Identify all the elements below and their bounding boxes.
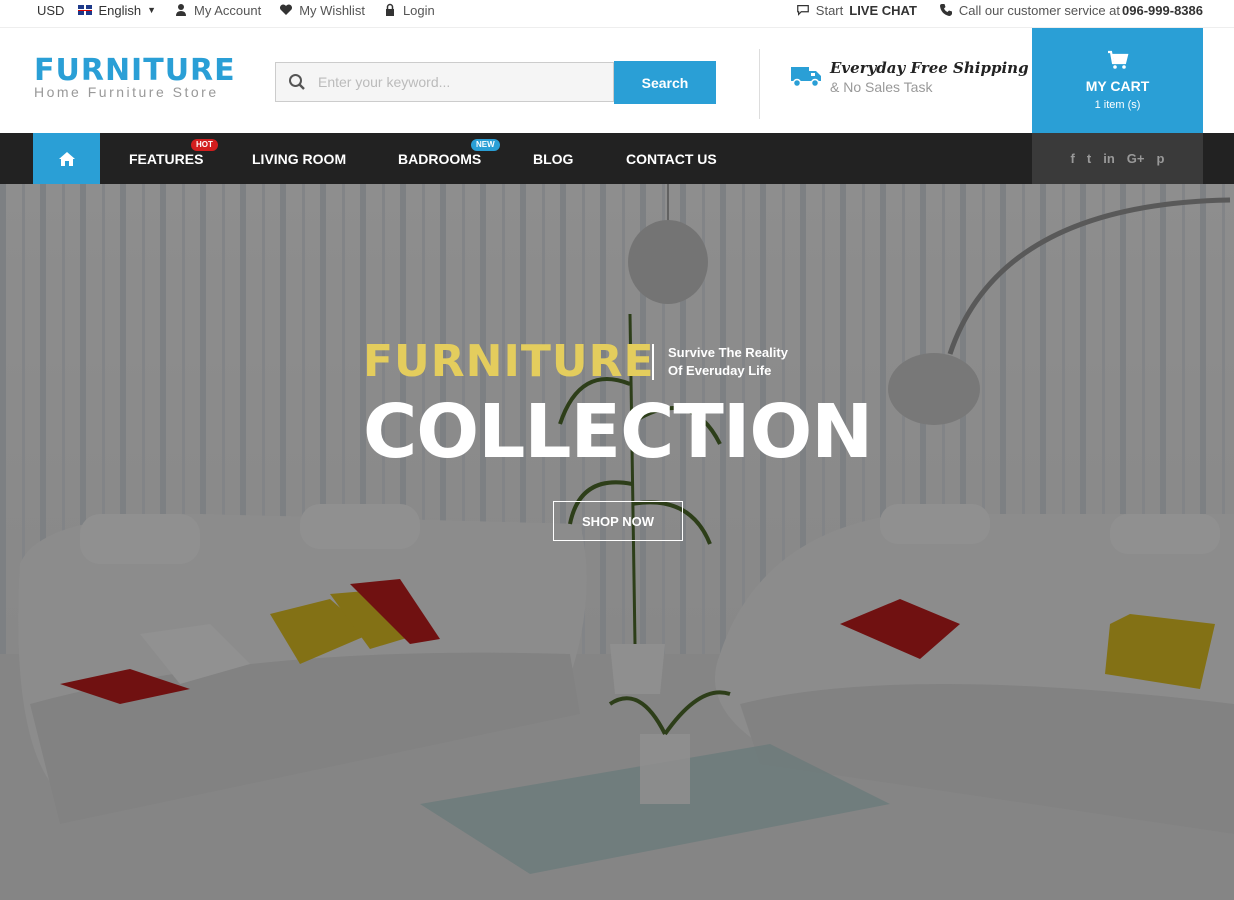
lock-icon xyxy=(385,3,394,16)
phone-number: 096-999-8386 xyxy=(1122,2,1203,18)
live-chat-link[interactable]: Start LIVE CHAT xyxy=(796,3,917,18)
wishlist-link[interactable]: My Wishlist xyxy=(279,3,365,18)
currency-selector[interactable]: USD xyxy=(37,3,64,18)
cart-button[interactable]: MY CART 1 item (s) xyxy=(1032,28,1203,133)
facebook-icon[interactable]: f xyxy=(1071,151,1075,166)
search-bar: Search xyxy=(275,61,716,104)
hero-overlay xyxy=(0,184,1234,900)
logo-name: FURNITURE xyxy=(34,53,236,88)
nav-item-label: BLOG xyxy=(533,151,574,167)
shipping-subtitle: & No Sales Task xyxy=(830,79,933,95)
nav-item-label: FEATURES xyxy=(129,151,204,167)
my-account-link[interactable]: My Account xyxy=(174,3,261,18)
live-chat-label: LIVE CHAT xyxy=(849,2,917,18)
truck-icon xyxy=(791,67,821,88)
hero-tagline-line1: Survive The Reality xyxy=(668,345,788,360)
twitter-icon[interactable]: t xyxy=(1087,151,1091,166)
header-divider xyxy=(759,49,760,119)
currency-label: USD xyxy=(37,2,65,18)
login-label: Login xyxy=(402,2,435,18)
phone-icon xyxy=(939,4,952,16)
search-button[interactable]: Search xyxy=(614,61,716,104)
cart-count: 1 item (s) xyxy=(1094,99,1141,111)
search-input[interactable] xyxy=(318,74,613,90)
customer-service-phone: Call our customer service at 096-999-838… xyxy=(939,3,1203,18)
shipping-info: Everyday Free Shipping & No Sales Task xyxy=(790,58,1029,95)
chat-bubble-icon xyxy=(796,5,809,16)
phone-prefix: Call our customer service at xyxy=(958,2,1121,18)
hero-tagline: Survive The Reality Of Everuday Life xyxy=(668,344,788,380)
nav-item-features[interactable]: FEATURES HOT xyxy=(129,133,218,184)
language-label: English xyxy=(98,2,142,18)
uk-flag-icon xyxy=(78,5,93,15)
nav-item-label: CONTACT US xyxy=(626,151,717,167)
google-plus-icon[interactable]: G+ xyxy=(1127,151,1145,166)
site-logo[interactable]: FURNITURE Home Furniture Store xyxy=(34,53,236,101)
pinterest-icon[interactable]: p xyxy=(1157,151,1165,166)
home-icon xyxy=(58,151,75,166)
social-links: f t in G+ p xyxy=(1032,133,1203,184)
caret-down-icon: ▼ xyxy=(147,5,157,15)
search-field xyxy=(275,62,614,102)
cart-icon xyxy=(1032,50,1203,75)
live-chat-prefix: Start xyxy=(815,2,844,18)
user-icon xyxy=(176,4,187,16)
language-selector[interactable]: English ▼ xyxy=(78,3,156,18)
nav-item-blog[interactable]: BLOG xyxy=(533,133,573,184)
top-bar: USD English ▼ My Account My Wishlist Log… xyxy=(0,0,1234,28)
my-account-label: My Account xyxy=(194,2,262,18)
nav-item-living-room[interactable]: LIVING ROOM xyxy=(252,133,346,184)
logo-tagline: Home Furniture Store xyxy=(34,84,219,100)
linkedin-icon[interactable]: in xyxy=(1103,151,1115,166)
nav-item-contact-us[interactable]: CONTACT US xyxy=(626,133,717,184)
hero-title-big: COLLECTION xyxy=(363,389,873,475)
shipping-title: Everyday Free Shipping xyxy=(830,59,1029,77)
cart-title: MY CART xyxy=(1085,78,1150,94)
nav-home[interactable] xyxy=(33,133,100,184)
shop-now-button[interactable]: SHOP NOW xyxy=(553,501,683,541)
hero-banner: FURNITURE Survive The Reality Of Everuda… xyxy=(0,184,1234,900)
nav-item-label: BADROOMS xyxy=(398,151,482,167)
nav-item-label: LIVING ROOM xyxy=(252,151,347,167)
main-nav: FEATURES HOT LIVING ROOM BADROOMS NEW BL… xyxy=(0,133,1234,184)
wishlist-label: My Wishlist xyxy=(299,2,365,18)
login-link[interactable]: Login xyxy=(383,3,435,18)
new-badge: NEW xyxy=(471,139,500,151)
hero-tagline-line2: Of Everuday Life xyxy=(668,363,772,378)
nav-item-badrooms[interactable]: BADROOMS NEW xyxy=(398,133,500,184)
site-header: FURNITURE Home Furniture Store Search Ev… xyxy=(0,28,1234,133)
heart-icon xyxy=(280,4,293,15)
hero-title-divider xyxy=(652,344,654,380)
search-icon xyxy=(276,73,318,91)
hot-badge: HOT xyxy=(191,139,218,151)
hero-title-small: FURNITURE xyxy=(363,336,655,387)
